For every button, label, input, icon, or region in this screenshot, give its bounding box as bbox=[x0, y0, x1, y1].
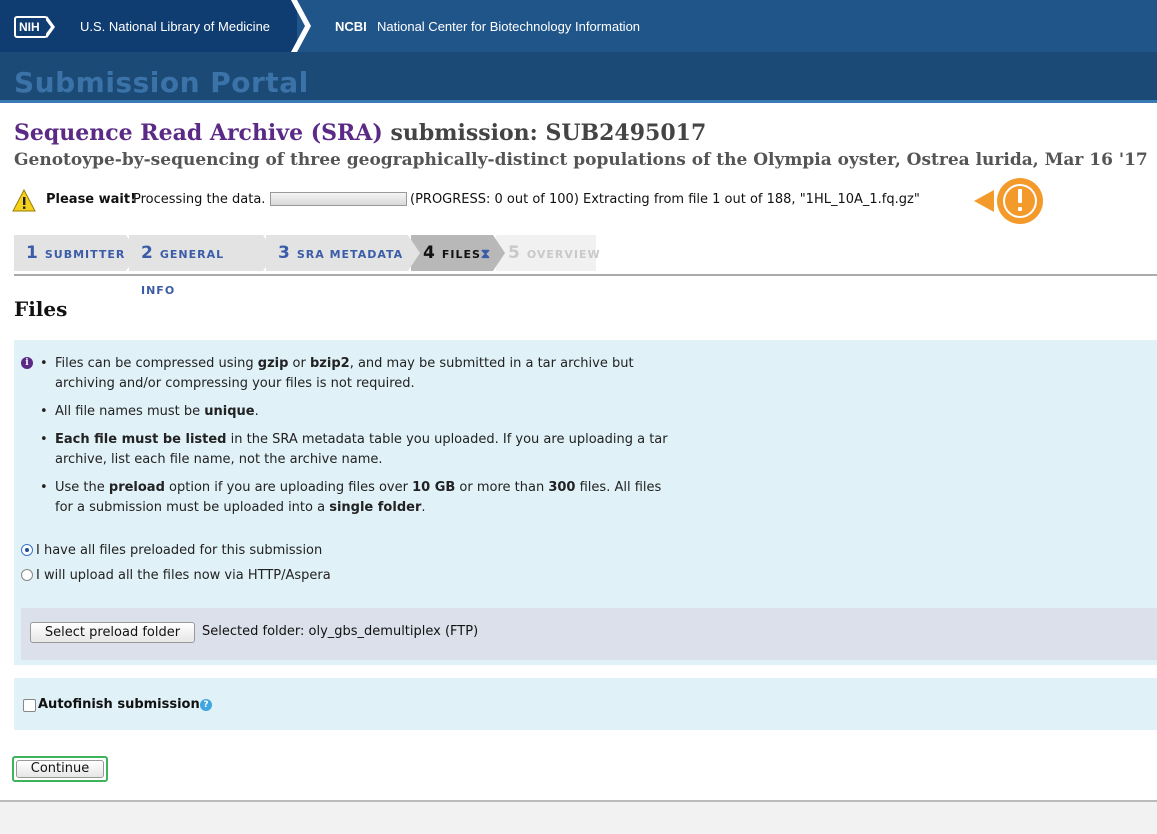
step-general-info[interactable]: 2 GENERAL INFO bbox=[129, 235, 275, 297]
autofinish-checkbox[interactable] bbox=[23, 699, 36, 712]
files-info-panel: i Files can be compressed using gzip or … bbox=[14, 340, 1157, 665]
question-icon[interactable]: ? bbox=[200, 699, 212, 711]
step-label: SUBMITTER bbox=[44, 248, 126, 261]
step-overview: 5 OVERVIEW bbox=[496, 235, 600, 271]
radio-preloaded[interactable]: I have all files preloaded for this subm… bbox=[21, 543, 322, 558]
ncbi-link[interactable]: National Center for Biotechnology Inform… bbox=[377, 19, 640, 34]
file-instructions: Files can be compressed using gzip or bz… bbox=[40, 354, 680, 526]
step-files[interactable]: 4 FILES⧗ bbox=[411, 235, 505, 271]
step-number: 3 bbox=[278, 243, 291, 263]
progress-bar bbox=[270, 192, 407, 206]
step-label: FILES bbox=[441, 248, 481, 261]
wizard-steps: 1 SUBMITTER 2 GENERAL INFO 3 SRA METADATA 4… bbox=[14, 235, 614, 297]
warning-triangle-icon bbox=[12, 189, 36, 212]
hourglass-icon: ⧗ bbox=[480, 247, 492, 262]
list-item: Files can be compressed using gzip or bz… bbox=[40, 354, 680, 394]
nlm-section[interactable]: NIH U.S. National Library of Medicine bbox=[0, 0, 297, 52]
list-item: Each file must be listed in the SRA meta… bbox=[40, 430, 680, 470]
submission-archive-name: Sequence Read Archive (SRA) bbox=[14, 120, 383, 146]
submission-description: Genotoype-by-sequencing of three geograp… bbox=[14, 150, 1148, 170]
radio-upload-label[interactable]: I will upload all the files now via HTTP… bbox=[36, 568, 331, 583]
step-number: 4 bbox=[423, 243, 436, 263]
list-item: All file names must be unique. bbox=[40, 402, 680, 422]
portal-header: Submission Portal bbox=[0, 52, 1157, 103]
list-item: Use the preload option if you are upload… bbox=[40, 478, 680, 518]
step-number: 1 bbox=[26, 243, 39, 263]
step-label: SRA METADATA bbox=[296, 248, 404, 261]
info-icon: i bbox=[21, 357, 33, 369]
preload-folder-panel: Select preload folder Selected folder: o… bbox=[21, 608, 1157, 660]
continue-button[interactable]: Continue bbox=[16, 760, 104, 778]
step-number: 2 bbox=[141, 243, 154, 263]
radio-upload-control[interactable] bbox=[21, 569, 33, 581]
continue-button-focus-ring: Continue bbox=[12, 756, 108, 782]
autofinish-label[interactable]: Autofinish submission bbox=[38, 697, 200, 712]
ncbi-logo[interactable]: NCBI bbox=[335, 19, 367, 34]
wait-label: Please wait! bbox=[46, 192, 137, 207]
radio-upload-now[interactable]: I will upload all the files now via HTTP… bbox=[21, 568, 331, 583]
radio-preloaded-control[interactable] bbox=[21, 544, 33, 556]
step-sra-metadata[interactable]: 3 SRA METADATA bbox=[266, 235, 420, 271]
steps-divider bbox=[14, 274, 1157, 276]
step-submitter[interactable]: 1 SUBMITTER bbox=[14, 235, 138, 271]
progress-text: (PROGRESS: 0 out of 100) Extracting from… bbox=[410, 192, 920, 207]
nih-logo[interactable]: NIH bbox=[14, 16, 55, 38]
radio-preloaded-label[interactable]: I have all files preloaded for this subm… bbox=[36, 543, 322, 558]
step-number: 5 bbox=[508, 243, 521, 263]
page-footer bbox=[0, 802, 1157, 834]
select-preload-folder-button[interactable]: Select preload folder bbox=[30, 622, 195, 643]
header-chevron-icon bbox=[291, 0, 311, 52]
selected-folder-label: Selected folder: oly_gbs_demultiplex (FT… bbox=[202, 624, 479, 639]
submission-heading: Sequence Read Archive (SRA) submission: … bbox=[14, 120, 706, 146]
step-label: OVERVIEW bbox=[526, 248, 601, 261]
nlm-link[interactable]: U.S. National Library of Medicine bbox=[80, 19, 270, 34]
exclamation-badge-icon[interactable] bbox=[972, 176, 1048, 226]
files-section-title: Files bbox=[14, 297, 68, 321]
autofinish-panel: Autofinish submission ? bbox=[14, 678, 1157, 730]
nih-header-bar: NIH U.S. National Library of Medicine NC… bbox=[0, 0, 1157, 52]
processing-label: Processing the data. bbox=[133, 192, 266, 207]
portal-title[interactable]: Submission Portal bbox=[14, 66, 309, 99]
submission-id: submission: SUB2495017 bbox=[390, 120, 707, 146]
